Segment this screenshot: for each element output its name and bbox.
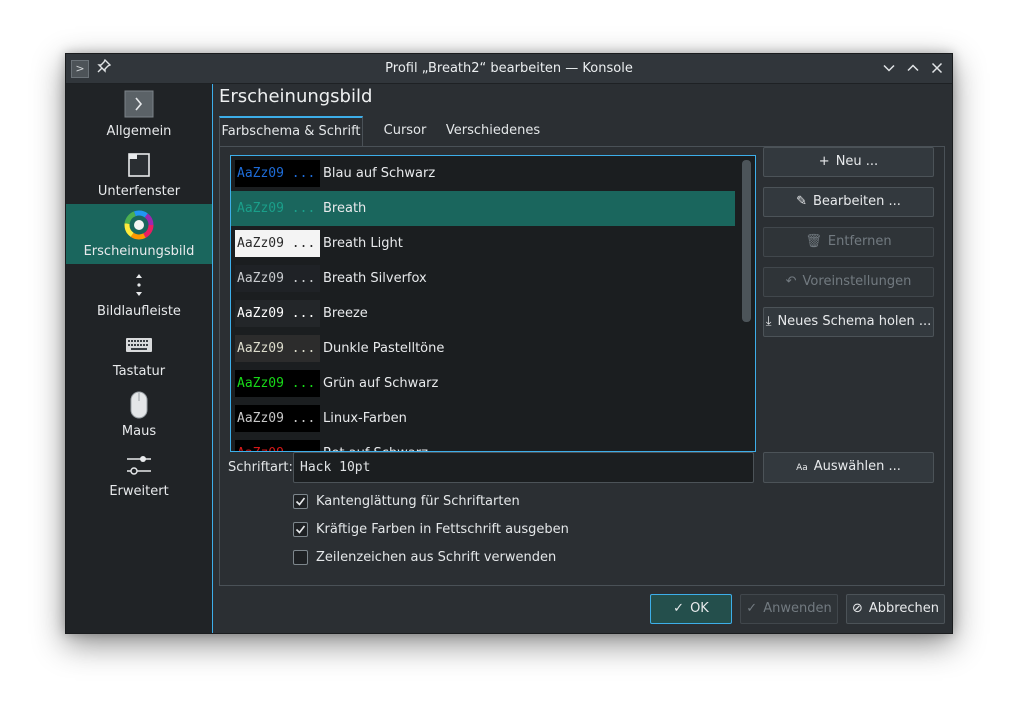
tab-cursor[interactable]: Cursor <box>373 116 437 146</box>
scheme-preview: AaZz09 ... <box>235 265 320 292</box>
close-icon[interactable] <box>927 58 947 78</box>
sidebar-item-label: Unterfenster <box>97 184 181 199</box>
reset-defaults-label: Voreinstellungen <box>802 274 912 289</box>
scheme-row[interactable]: AaZz09 ...Rot auf Schwarz <box>231 436 735 451</box>
remove-scheme-label: Entfernen <box>827 234 892 249</box>
scheme-preview: AaZz09 ... <box>235 335 320 362</box>
antialias-label: Kantenglättung für Schriftarten <box>316 494 520 509</box>
scheme-row[interactable]: AaZz09 ... Breeze <box>231 296 735 331</box>
check-icon: ✓ <box>673 601 685 616</box>
font-label: Schriftart: <box>228 460 293 475</box>
font-field: Hack 10pt <box>293 452 754 483</box>
tab-icon <box>124 150 154 180</box>
scheme-row[interactable]: AaZz09 ... Dunkle Pastelltöne <box>231 331 735 366</box>
reset-defaults-button[interactable]: ↶ Voreinstellungen <box>763 267 934 297</box>
scheme-preview: AaZz09 ... <box>235 195 320 222</box>
window-title: Profil „Breath2“ bearbeiten — Konsole <box>385 61 633 76</box>
sliders-icon <box>124 450 154 480</box>
scheme-preview: AaZz09 ... <box>235 300 320 327</box>
cancel-label: Abbrechen <box>868 601 939 616</box>
choose-font-button[interactable]: Aa Auswählen ... <box>763 452 934 483</box>
scheme-row[interactable]: AaZz09 ... Breath Light <box>231 226 735 261</box>
tab-farbschema-schrift[interactable]: Farbschema & Schrift <box>219 116 363 147</box>
plus-icon: + <box>818 154 830 169</box>
title-bar: > Profil „Breath2“ bearbeiten — Konsole <box>66 54 952 84</box>
undo-icon: ↶ <box>785 274 797 289</box>
edit-scheme-label: Bearbeiten ... <box>812 194 901 209</box>
scheme-name: Rot auf Schwarz <box>323 436 428 451</box>
scheme-row[interactable]: AaZz09 ... Blau auf Schwarz <box>231 156 735 191</box>
ok-button[interactable]: ✓ OK <box>650 594 732 624</box>
apply-button[interactable]: ✓ Anwenden <box>740 594 838 624</box>
ok-label: OK <box>690 601 709 616</box>
tab-panel: AaZz09 ... Blau auf Schwarz AaZz09 ... Brea… <box>219 146 945 586</box>
bold-intense-checkbox[interactable] <box>293 522 308 537</box>
remove-scheme-button[interactable]: 🗑 Entfernen <box>763 227 934 257</box>
cancel-button[interactable]: ⊘ Abbrechen <box>846 594 945 624</box>
antialias-checkbox[interactable] <box>293 494 308 509</box>
download-icon: ⤓ <box>765 314 772 329</box>
bold-intense-label: Kräftige Farben in Fettschrift ausgeben <box>316 522 569 537</box>
scheme-row[interactable]: AaZz09 ... Breath Silverfox <box>231 261 735 296</box>
apply-label: Anwenden <box>763 601 832 616</box>
scheme-row[interactable]: AaZz09 ... Grün auf Schwarz <box>231 366 735 401</box>
scheme-name: Breath <box>323 201 367 216</box>
scheme-preview: AaZz09 ... <box>235 405 320 432</box>
minimize-icon[interactable] <box>879 58 899 78</box>
sidebar: Allgemein Unterfenster Erscheinungsbild … <box>66 84 213 633</box>
pencil-icon: ✎ <box>796 194 807 209</box>
scheme-name: Linux-Farben <box>323 411 407 426</box>
sidebar-item-maus[interactable]: Maus <box>66 384 212 444</box>
edit-scheme-button[interactable]: ✎ Bearbeiten ... <box>763 187 934 217</box>
color-wheel-icon <box>124 210 154 240</box>
scrollbar-handle[interactable] <box>742 160 751 322</box>
sidebar-item-label: Maus <box>121 424 157 439</box>
scheme-preview: AaZz09 ... <box>235 370 320 397</box>
sidebar-item-label: Erscheinungsbild <box>83 244 195 259</box>
new-scheme-button[interactable]: + Neu ... <box>763 147 934 177</box>
sidebar-item-label: Bildlaufleiste <box>97 304 181 319</box>
maximize-icon[interactable] <box>903 58 923 78</box>
check-icon: ✓ <box>746 601 758 616</box>
page-title: Erscheinungsbild <box>219 86 373 107</box>
scheme-row[interactable]: AaZz09 ... Linux-Farben <box>231 401 735 436</box>
sidebar-item-allgemein[interactable]: Allgemein <box>66 84 212 144</box>
sidebar-item-erweitert[interactable]: Erweitert <box>66 444 212 504</box>
sidebar-item-label: Allgemein <box>106 124 172 139</box>
scheme-name: Grün auf Schwarz <box>323 376 439 391</box>
sidebar-item-tastatur[interactable]: Tastatur <box>66 324 212 384</box>
scheme-name: Breath Light <box>323 236 403 251</box>
line-chars-checkbox[interactable] <box>293 550 308 565</box>
scheme-name: Breeze <box>323 306 368 321</box>
trash-icon: 🗑 <box>805 234 822 249</box>
get-new-scheme-button[interactable]: ⤓ Neues Schema holen ... <box>763 307 934 337</box>
scrollbar-icon <box>124 270 154 300</box>
sidebar-item-bildlaufleiste[interactable]: Bildlaufleiste <box>66 264 212 324</box>
sidebar-item-label: Tastatur <box>112 364 166 379</box>
font-icon: Aa <box>796 463 808 473</box>
get-new-scheme-label: Neues Schema holen ... <box>777 314 932 329</box>
main-panel: Erscheinungsbild Farbschema & Schrift Cu… <box>213 84 952 633</box>
scheme-row[interactable]: AaZz09 ... Breath <box>231 191 735 226</box>
sidebar-item-label: Erweitert <box>109 484 169 499</box>
tab-verschiedenes[interactable]: Verschiedenes <box>443 116 543 146</box>
sidebar-item-unterfenster[interactable]: Unterfenster <box>66 144 212 204</box>
keyboard-icon <box>124 330 154 360</box>
terminal-icon <box>124 90 154 120</box>
line-chars-label: Zeilenzeichen aus Schrift verwenden <box>316 550 557 565</box>
cancel-icon: ⊘ <box>852 601 863 616</box>
scheme-preview: AaZz09 ... <box>235 440 320 451</box>
scheme-name: Breath Silverfox <box>323 271 427 286</box>
new-scheme-label: Neu ... <box>835 154 879 169</box>
mouse-icon <box>124 390 154 420</box>
scheme-preview: AaZz09 ... <box>235 230 320 257</box>
color-scheme-list[interactable]: AaZz09 ... Blau auf Schwarz AaZz09 ... Brea… <box>230 155 756 452</box>
profile-dialog: > Profil „Breath2“ bearbeiten — Konsole … <box>65 53 953 634</box>
choose-font-label: Auswählen ... <box>813 459 901 474</box>
sidebar-item-erscheinungsbild[interactable]: Erscheinungsbild <box>66 204 212 264</box>
scheme-name: Dunkle Pastelltöne <box>323 341 445 356</box>
scheme-name: Blau auf Schwarz <box>323 166 436 181</box>
scheme-preview: AaZz09 ... <box>235 160 320 187</box>
